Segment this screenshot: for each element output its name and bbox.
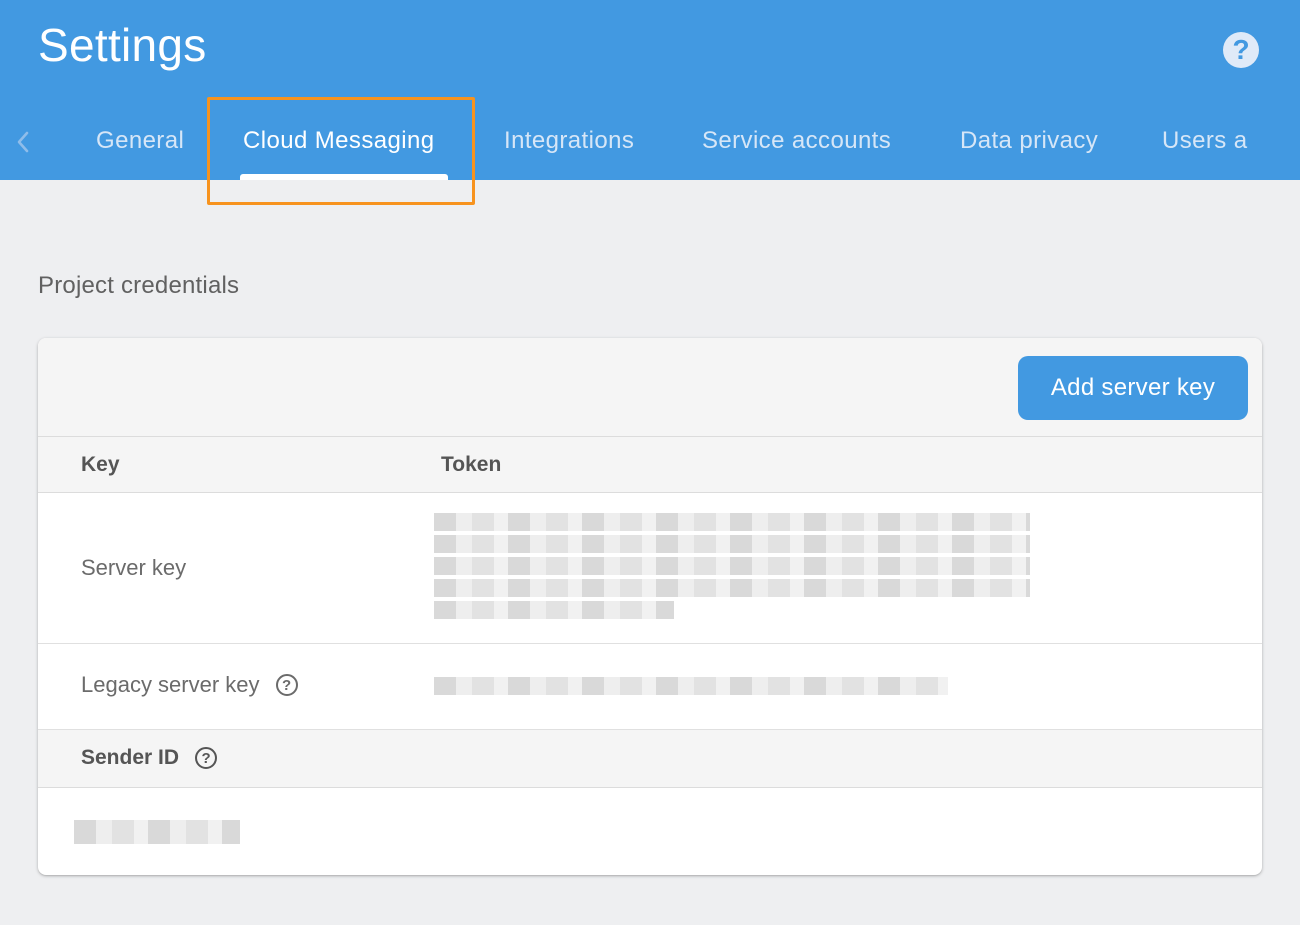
legacy-server-key-label: Legacy server key ?: [81, 672, 298, 698]
server-key-label: Server key: [81, 555, 186, 581]
legacy-server-key-token-redacted: [434, 677, 948, 695]
table-header: Key Token: [38, 437, 1262, 493]
page-title: Settings: [38, 19, 207, 71]
column-header-key: Key: [81, 453, 120, 476]
column-header-token: Token: [441, 453, 502, 476]
table-row-server-key: Server key: [38, 493, 1262, 644]
credentials-card: Add server key Key Token Server key Lega…: [38, 338, 1262, 875]
add-server-key-button[interactable]: Add server key: [1018, 356, 1248, 420]
tab-cloud-messaging[interactable]: Cloud Messaging: [243, 110, 434, 180]
section-title: Project credentials: [38, 272, 240, 299]
sender-id-header: Sender ID ?: [38, 730, 1262, 788]
server-key-label-text: Server key: [81, 555, 187, 580]
help-circle-icon[interactable]: ?: [195, 747, 218, 769]
help-circle-icon[interactable]: ?: [275, 674, 298, 696]
active-tab-indicator: [240, 174, 448, 180]
tab-integrations[interactable]: Integrations: [504, 110, 634, 180]
sender-id-label: Sender ID ?: [81, 746, 218, 770]
sender-id-value-redacted: [74, 820, 240, 844]
tab-users[interactable]: Users a: [1162, 110, 1248, 180]
tab-bar: General Cloud Messaging Integrations Ser…: [0, 110, 1300, 180]
tab-data-privacy[interactable]: Data privacy: [960, 110, 1098, 180]
tab-general[interactable]: General: [96, 110, 184, 180]
settings-header: Settings ? General Cloud Messaging Integ…: [0, 0, 1300, 180]
card-toolbar: Add server key: [38, 338, 1262, 437]
tab-service-accounts[interactable]: Service accounts: [702, 110, 891, 180]
sender-id-label-text: Sender ID: [81, 746, 180, 769]
help-icon[interactable]: ?: [1223, 32, 1259, 68]
table-row-legacy-server-key: Legacy server key ?: [38, 644, 1262, 730]
legacy-server-key-label-text: Legacy server key: [81, 672, 260, 697]
